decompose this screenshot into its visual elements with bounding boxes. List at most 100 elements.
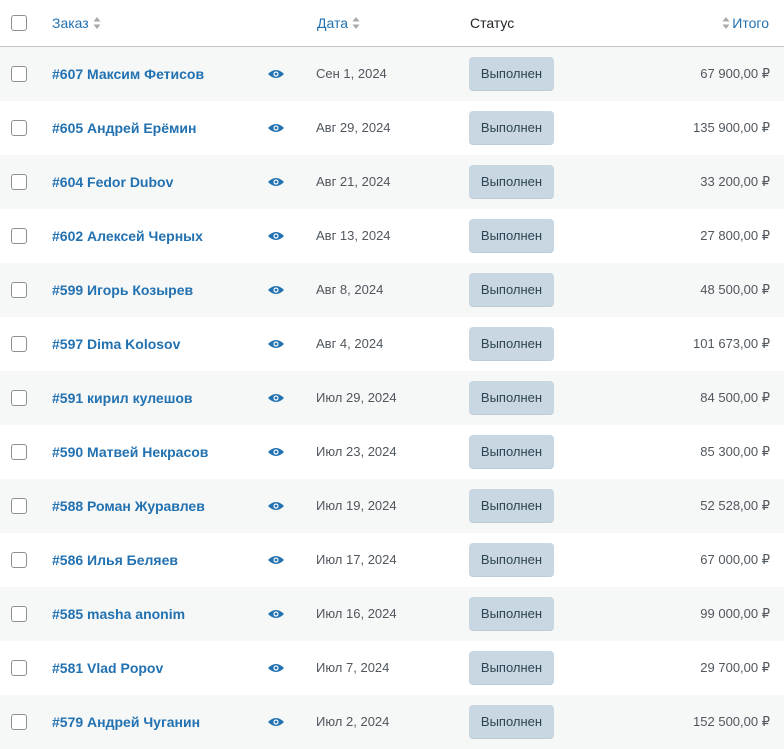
table-row: #588 Роман Журавлев Июл 19, 2024 Выполне…	[0, 479, 784, 533]
order-link[interactable]: #602 Алексей Черных	[52, 226, 203, 246]
status-badge: Выполнен	[469, 111, 554, 145]
order-date: Авг 29, 2024	[316, 120, 391, 135]
row-checkbox[interactable]	[11, 66, 27, 82]
order-total: 101 673,00 ₽	[693, 336, 770, 351]
order-date: Авг 13, 2024	[316, 228, 391, 243]
order-date: Июл 29, 2024	[316, 390, 397, 405]
order-link[interactable]: #588 Роман Журавлев	[52, 496, 205, 516]
eye-icon[interactable]	[267, 446, 285, 458]
order-date: Авг 21, 2024	[316, 174, 391, 189]
table-row: #579 Андрей Чуганин Июл 2, 2024 Выполнен…	[0, 695, 784, 749]
column-header-total-label: Итого	[732, 15, 769, 31]
row-checkbox[interactable]	[11, 714, 27, 730]
order-date: Июл 23, 2024	[316, 444, 397, 459]
status-badge: Выполнен	[469, 165, 554, 199]
order-link[interactable]: #581 Vlad Popov	[52, 658, 163, 678]
order-date: Июл 2, 2024	[316, 714, 390, 729]
table-row: #597 Dima Kolosov Авг 4, 2024 Выполнен 1…	[0, 317, 784, 371]
row-checkbox[interactable]	[11, 390, 27, 406]
row-checkbox[interactable]	[11, 120, 27, 136]
order-total: 84 500,00 ₽	[700, 390, 770, 405]
order-date: Июл 17, 2024	[316, 552, 397, 567]
column-header-date[interactable]: Дата	[317, 14, 360, 32]
status-badge: Выполнен	[469, 219, 554, 253]
row-checkbox[interactable]	[11, 228, 27, 244]
eye-icon[interactable]	[267, 230, 285, 242]
sort-arrows-icon	[722, 17, 730, 29]
order-link[interactable]: #586 Илья Беляев	[52, 550, 178, 570]
column-header-status: Статус	[470, 15, 515, 31]
eye-icon[interactable]	[267, 554, 285, 566]
table-row: #604 Fedor Dubov Авг 21, 2024 Выполнен 3…	[0, 155, 784, 209]
order-link[interactable]: #604 Fedor Dubov	[52, 172, 173, 192]
row-checkbox[interactable]	[11, 552, 27, 568]
order-total: 67 900,00 ₽	[700, 66, 770, 81]
column-header-order[interactable]: Заказ	[52, 14, 101, 32]
row-checkbox[interactable]	[11, 498, 27, 514]
order-link[interactable]: #585 masha anonim	[52, 604, 185, 624]
order-date: Июл 7, 2024	[316, 660, 390, 675]
table-body: #607 Максим Фетисов Сен 1, 2024 Выполнен…	[0, 47, 784, 749]
column-header-date-label: Дата	[317, 15, 349, 31]
eye-icon[interactable]	[267, 68, 285, 80]
eye-icon[interactable]	[267, 338, 285, 350]
order-total: 33 200,00 ₽	[700, 174, 770, 189]
order-link[interactable]: #607 Максим Фетисов	[52, 64, 204, 84]
select-all-checkbox[interactable]	[11, 15, 27, 31]
status-badge: Выполнен	[469, 273, 554, 307]
eye-icon[interactable]	[267, 716, 285, 728]
column-header-order-label: Заказ	[52, 15, 89, 31]
row-checkbox[interactable]	[11, 444, 27, 460]
status-badge: Выполнен	[469, 543, 554, 577]
order-link[interactable]: #591 кирил кулешов	[52, 388, 193, 408]
table-row: #591 кирил кулешов Июл 29, 2024 Выполнен…	[0, 371, 784, 425]
table-row: #585 masha anonim Июл 16, 2024 Выполнен …	[0, 587, 784, 641]
orders-table: Заказ Дата Статус Итого #607 Максим Фети…	[0, 0, 784, 749]
eye-icon[interactable]	[267, 662, 285, 674]
order-date: Сен 1, 2024	[316, 66, 387, 81]
table-row: #602 Алексей Черных Авг 13, 2024 Выполне…	[0, 209, 784, 263]
status-badge: Выполнен	[469, 435, 554, 469]
eye-icon[interactable]	[267, 284, 285, 296]
order-total: 52 528,00 ₽	[700, 498, 770, 513]
table-row: #590 Матвей Некрасов Июл 23, 2024 Выполн…	[0, 425, 784, 479]
order-total: 85 300,00 ₽	[700, 444, 770, 459]
table-row: #605 Андрей Ерёмин Авг 29, 2024 Выполнен…	[0, 101, 784, 155]
order-date: Авг 4, 2024	[316, 336, 384, 351]
order-total: 27 800,00 ₽	[700, 228, 770, 243]
order-date: Июл 16, 2024	[316, 606, 397, 621]
order-total: 48 500,00 ₽	[700, 282, 770, 297]
status-badge: Выполнен	[469, 327, 554, 361]
row-checkbox[interactable]	[11, 174, 27, 190]
sort-arrows-icon	[352, 17, 360, 29]
order-link[interactable]: #597 Dima Kolosov	[52, 334, 180, 354]
order-total: 67 000,00 ₽	[700, 552, 770, 567]
eye-icon[interactable]	[267, 608, 285, 620]
status-badge: Выполнен	[469, 597, 554, 631]
eye-icon[interactable]	[267, 176, 285, 188]
row-checkbox[interactable]	[11, 282, 27, 298]
order-link[interactable]: #579 Андрей Чуганин	[52, 712, 200, 732]
row-checkbox[interactable]	[11, 336, 27, 352]
status-badge: Выполнен	[469, 381, 554, 415]
order-link[interactable]: #599 Игорь Козырев	[52, 280, 193, 300]
table-row: #607 Максим Фетисов Сен 1, 2024 Выполнен…	[0, 47, 784, 101]
status-badge: Выполнен	[469, 705, 554, 739]
order-link[interactable]: #605 Андрей Ерёмин	[52, 118, 196, 138]
row-checkbox[interactable]	[11, 660, 27, 676]
eye-icon[interactable]	[267, 392, 285, 404]
eye-icon[interactable]	[267, 500, 285, 512]
order-total: 152 500,00 ₽	[693, 714, 770, 729]
order-total: 135 900,00 ₽	[693, 120, 770, 135]
table-header: Заказ Дата Статус Итого	[0, 0, 784, 47]
sort-arrows-icon	[93, 17, 101, 29]
status-badge: Выполнен	[469, 651, 554, 685]
eye-icon[interactable]	[267, 122, 285, 134]
status-badge: Выполнен	[469, 489, 554, 523]
order-total: 99 000,00 ₽	[700, 606, 770, 621]
column-header-total[interactable]: Итого	[722, 14, 769, 32]
row-checkbox[interactable]	[11, 606, 27, 622]
order-total: 29 700,00 ₽	[700, 660, 770, 675]
order-link[interactable]: #590 Матвей Некрасов	[52, 442, 208, 462]
status-badge: Выполнен	[469, 57, 554, 91]
